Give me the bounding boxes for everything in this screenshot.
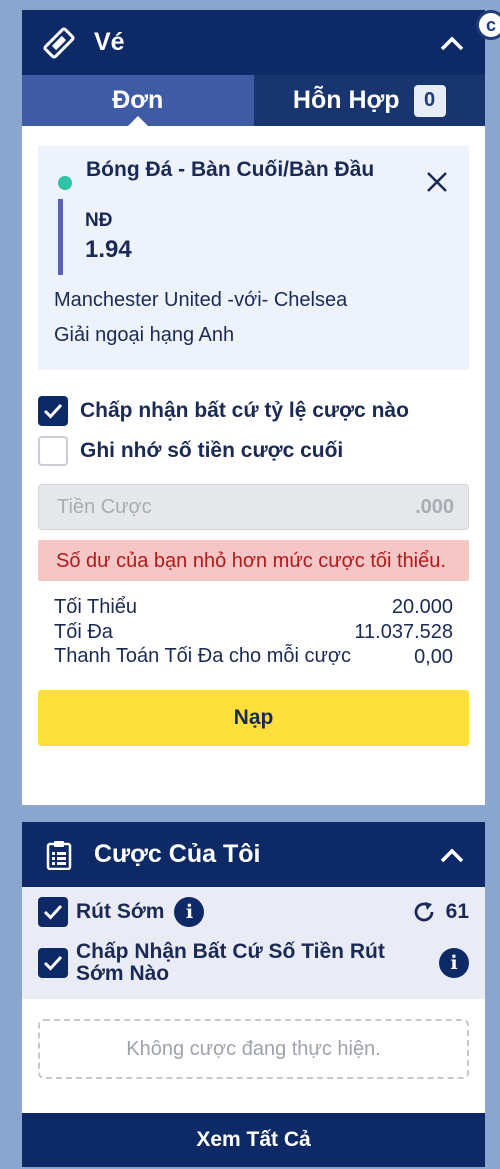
refresh-control[interactable]: 61 — [412, 900, 469, 924]
cash-out-checkbox[interactable] — [38, 897, 68, 927]
my-bets-panel: Cược Của Tôi Rút Sớm i 61 Chấp Nhận Bất … — [22, 822, 485, 1167]
insufficient-balance-error: Số dư của bạn nhỏ hơn mức cược tối thiểu… — [38, 540, 469, 581]
accept-any-odds-label: Chấp nhận bất cứ tỷ lệ cược nào — [80, 399, 409, 422]
bet-odds: 1.94 — [85, 236, 132, 263]
league-name: Giải ngoại hạng Anh — [54, 324, 235, 346]
min-stake-label: Tối Thiểu — [54, 596, 138, 618]
checkmark-icon — [43, 904, 63, 920]
bet-selection-card: Bóng Đá - Bàn Cuối/Bàn Đầu NĐ 1.94 Manch… — [38, 146, 469, 370]
bet-slip-title: Vé — [94, 28, 125, 56]
accept-cash-out-label: Chấp Nhận Bất Cứ Số Tiền Rút Sớm Nào — [76, 940, 385, 985]
tab-combo-label: Hỗn Hợp — [292, 86, 400, 114]
no-active-bets-message: Không cược đang thực hiện. — [38, 1019, 469, 1079]
stake-placeholder: Tiền Cược — [57, 495, 152, 518]
selection-block: NĐ 1.94 — [58, 199, 453, 275]
tab-combo[interactable]: Hỗn Hợp 0 — [253, 75, 485, 126]
info-icon[interactable]: i — [439, 948, 469, 978]
accept-any-odds-checkbox[interactable] — [38, 396, 68, 426]
bet-market: Bóng Đá - Bàn Cuối/Bàn Đầu — [86, 158, 375, 181]
bet-slip-header[interactable]: Vé — [22, 10, 485, 75]
status-dot — [58, 176, 72, 190]
remember-stake-label: Ghi nhớ số tiền cược cuối — [80, 439, 344, 462]
min-stake-value: 20.000 — [391, 596, 453, 618]
stake-suffix: .000 — [415, 495, 454, 518]
close-icon[interactable] — [423, 168, 451, 196]
refresh-icon[interactable] — [412, 900, 436, 924]
stake-input[interactable]: Tiền Cược .000 — [38, 484, 469, 530]
corner-info-icon[interactable]: c — [476, 10, 500, 40]
remember-stake-option[interactable]: Ghi nhớ số tiền cược cuối — [38, 432, 485, 470]
ticket-icon — [40, 24, 78, 62]
max-payout-row: Thanh Toán Tối Đa cho mỗi cược 0,00 — [54, 645, 453, 670]
max-stake-label: Tối Đa — [54, 621, 113, 643]
chevron-up-icon[interactable] — [437, 28, 467, 58]
accept-any-odds-option[interactable]: Chấp nhận bất cứ tỷ lệ cược nào — [38, 392, 485, 430]
my-bets-options: Rút Sớm i 61 Chấp Nhận Bất Cứ Số Tiền Rú… — [22, 887, 485, 999]
see-all-button[interactable]: Xem Tất Cả — [22, 1113, 485, 1167]
bet-slip-panel: Vé Đơn Hỗn Hợp 0 Bóng Đá - Bàn Cuối/Bàn … — [22, 10, 485, 805]
refresh-count: 61 — [445, 900, 469, 923]
cash-out-option[interactable]: Rút Sớm i 61 — [38, 895, 469, 929]
max-stake-value: 11.037.528 — [354, 621, 453, 643]
tab-single[interactable]: Đơn — [22, 75, 254, 126]
checkmark-icon — [43, 403, 63, 419]
chevron-up-icon[interactable] — [437, 840, 467, 870]
bet-limits: Tối Thiểu 20.000 Tối Đa 11.037.528 Thanh… — [38, 595, 469, 670]
bet-type-tabs: Đơn Hỗn Hợp 0 — [22, 75, 485, 126]
max-payout-value: 0,00 — [414, 646, 453, 668]
deposit-button[interactable]: Nạp — [38, 690, 469, 746]
min-stake-row: Tối Thiểu 20.000 — [54, 595, 453, 620]
bet-selection: NĐ — [85, 210, 113, 231]
accept-cash-out-option[interactable]: Chấp Nhận Bất Cứ Số Tiền Rút Sớm Nào i — [38, 935, 469, 991]
my-bets-header[interactable]: Cược Của Tôi — [22, 822, 485, 887]
clipboard-icon — [40, 836, 78, 874]
combo-count-badge: 0 — [413, 84, 446, 117]
info-icon[interactable]: i — [174, 897, 205, 927]
remember-stake-checkbox[interactable] — [38, 436, 68, 466]
match-name: Manchester United -với- Chelsea — [54, 289, 348, 311]
checkmark-icon — [43, 955, 63, 971]
accept-cash-out-checkbox[interactable] — [38, 948, 68, 978]
max-payout-label: Thanh Toán Tối Đa cho mỗi cược — [54, 645, 352, 667]
my-bets-title: Cược Của Tôi — [94, 840, 261, 868]
max-stake-row: Tối Đa 11.037.528 — [54, 620, 453, 645]
tab-single-label: Đơn — [112, 86, 164, 114]
cash-out-label: Rút Sớm — [76, 900, 165, 923]
